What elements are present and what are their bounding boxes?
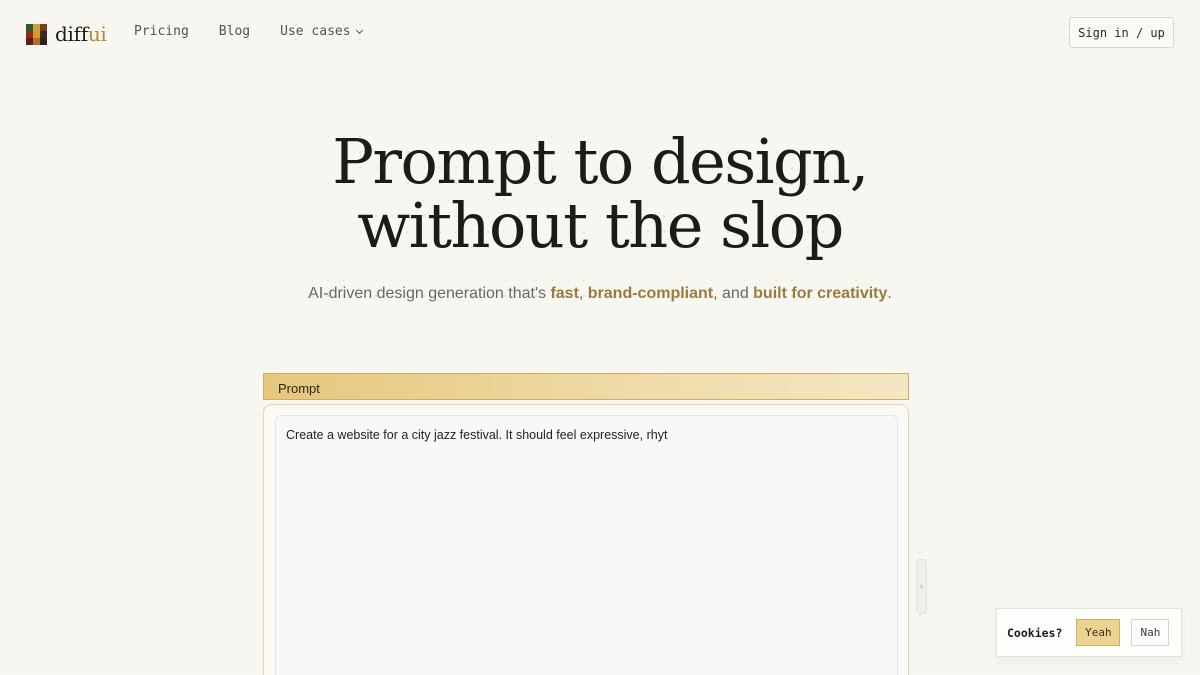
- logo-mark-square: [26, 37, 33, 45]
- hero-title-line-2: without the slop: [357, 189, 844, 262]
- prompt-input[interactable]: [275, 415, 898, 675]
- panel-expand-handle[interactable]: ›: [916, 559, 927, 614]
- hero-title: Prompt to design, without the slop: [0, 130, 1200, 258]
- prompt-panel-header: Prompt: [263, 373, 909, 400]
- prompt-panel: [263, 404, 909, 675]
- nav-link-use-cases-label: Use cases: [280, 24, 351, 39]
- cookie-accept-button[interactable]: Yeah: [1076, 619, 1121, 646]
- logo-mark-square: [40, 23, 47, 31]
- hero-subtitle-highlight-brand: brand-compliant: [587, 285, 714, 302]
- hero-subtitle-prefix: AI-driven design generation that's: [308, 285, 551, 302]
- logo-mark-square: [33, 23, 40, 31]
- cookie-banner: Cookies? Yeah Nah: [996, 608, 1182, 657]
- chevron-right-icon: ›: [919, 581, 924, 592]
- nav-link-pricing[interactable]: Pricing: [134, 24, 189, 39]
- chevron-down-icon: [355, 26, 363, 34]
- logo-mark-square: [40, 37, 47, 45]
- nav-link-pricing-label: Pricing: [134, 24, 189, 39]
- logo-mark-square: [40, 30, 47, 38]
- logo-mark-square: [33, 37, 40, 45]
- hero-subtitle-highlight-fast: fast: [550, 285, 579, 302]
- logo-wordmark-suffix: ui: [87, 22, 107, 46]
- logo-wordmark-prefix: diff: [55, 22, 88, 46]
- main-nav: Pricing Blog Use cases: [134, 24, 363, 39]
- logo-link[interactable]: diffui: [26, 22, 107, 46]
- cookie-question: Cookies?: [1007, 625, 1063, 640]
- logo-mark-square: [26, 23, 33, 31]
- hero-title-line-1: Prompt to design,: [332, 125, 869, 198]
- logo-wordmark: diffui: [55, 22, 107, 46]
- hero-subtitle-end: .: [887, 285, 892, 302]
- nav-link-blog-label: Blog: [218, 24, 251, 39]
- cookie-decline-button[interactable]: Nah: [1131, 619, 1170, 646]
- hero-subtitle-separator: , and: [713, 285, 754, 302]
- logo-mark-square: [26, 30, 33, 38]
- nav-link-blog[interactable]: Blog: [219, 24, 250, 39]
- logo-mark-square: [33, 30, 40, 38]
- nav-link-use-cases[interactable]: Use cases: [280, 24, 363, 39]
- sign-in-button[interactable]: Sign in / up: [1069, 17, 1174, 48]
- hero-subtitle: AI-driven design generation that's fast,…: [0, 285, 1200, 303]
- logo-mark-icon: [26, 23, 47, 45]
- hero-subtitle-highlight-creativity: built for creativity: [753, 285, 888, 302]
- hero-subtitle-separator: ,: [578, 285, 588, 302]
